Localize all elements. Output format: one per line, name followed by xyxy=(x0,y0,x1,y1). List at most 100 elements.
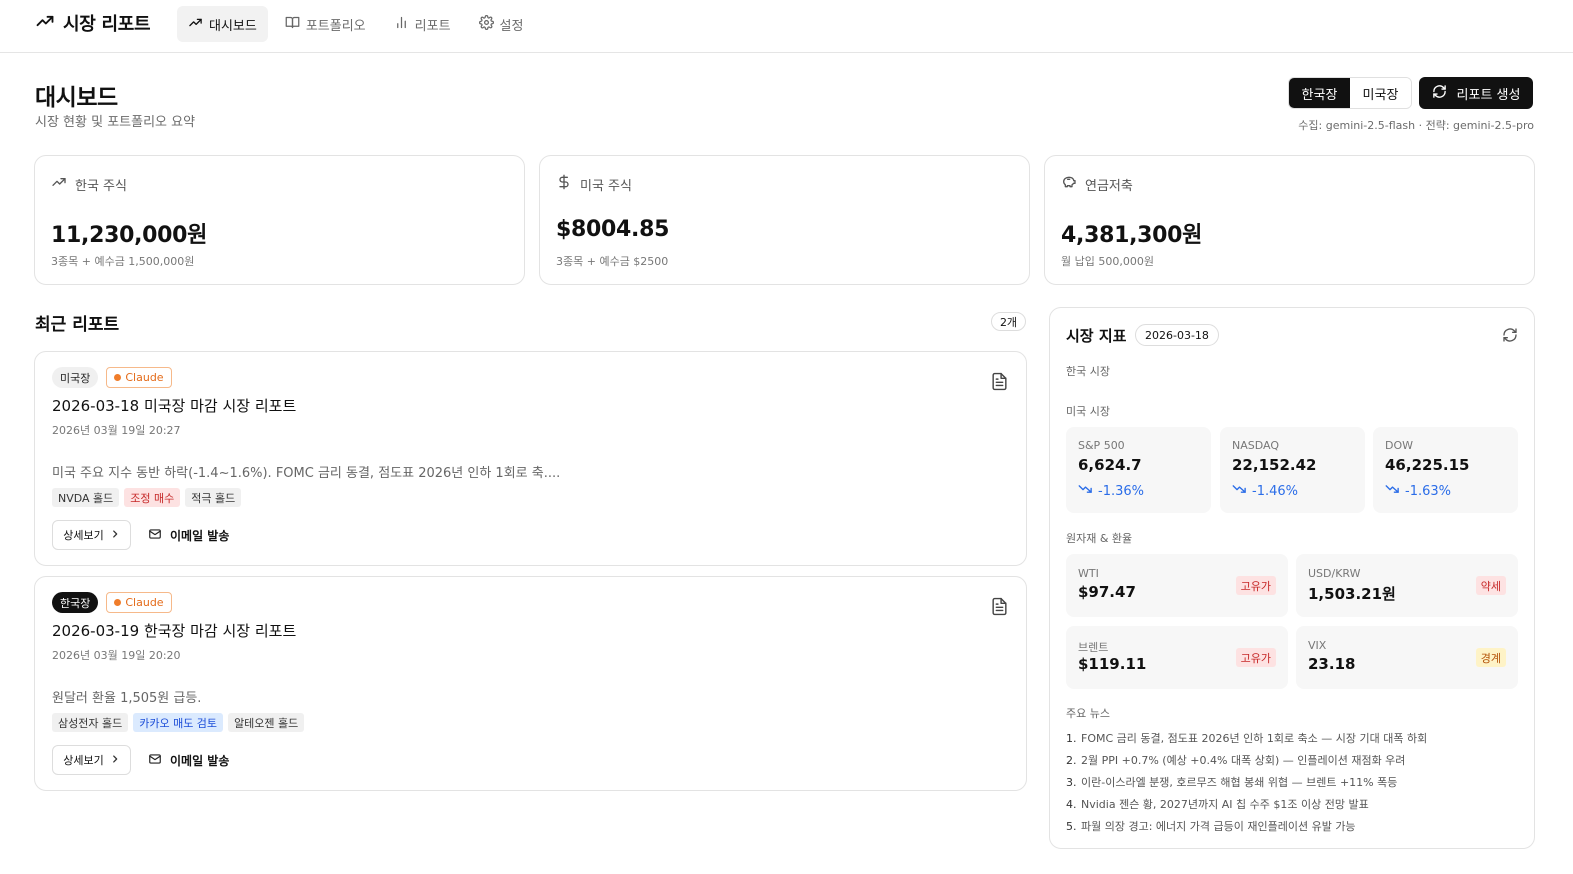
trend-up-icon xyxy=(35,11,55,35)
summary-value: $8004.85 xyxy=(556,217,670,242)
index-card-dow: DOW 46,225.15 -1.63% xyxy=(1373,427,1518,513)
report-tag: 적극 홀드 xyxy=(185,488,242,507)
status-badge: 경계 xyxy=(1475,648,1506,667)
status-dot xyxy=(114,374,122,381)
app-title: 시장 리포트 xyxy=(63,14,151,35)
market-indicators-panel: 시장 지표 2026-03-18 한국 시장 미국 시장 S&P 500 6,6… xyxy=(1049,307,1535,849)
gear-icon xyxy=(478,14,494,34)
send-email-button[interactable]: 이메일 발송 xyxy=(148,745,229,775)
summary-card-korea: 한국 주식 11,230,000원 3종목 + 예수금 1,500,000원 xyxy=(34,155,525,285)
report-title[interactable]: 2026-03-18 미국장 마감 시장 리포트 xyxy=(52,395,296,416)
trend-up-icon xyxy=(51,174,67,194)
summary-value: 11,230,000원 xyxy=(51,223,208,248)
email-label: 이메일 발송 xyxy=(170,753,230,768)
news-number: 3. xyxy=(1066,775,1077,789)
nav-settings[interactable]: 설정 xyxy=(468,6,535,42)
index-card-sp500: S&P 500 6,624.7 -1.36% xyxy=(1066,427,1211,513)
trend-down-icon xyxy=(1232,483,1247,499)
nav-dashboard[interactable]: 대시보드 xyxy=(177,6,268,42)
index-change: -1.36% xyxy=(1098,483,1144,499)
detail-button[interactable]: 상세보기 xyxy=(52,520,131,550)
nav-tabs: 대시보드 포트폴리오 리포트 설정 xyxy=(177,6,534,42)
commodity-card-vix: VIX 23.18 경계 xyxy=(1296,626,1518,689)
news-list: 1. FOMC 금리 동결, 점도표 2026년 인하 1회로 축소 — 시장 기… xyxy=(1066,727,1427,837)
model-label: Claude xyxy=(125,371,164,384)
market-panel-title: 시장 지표 xyxy=(1066,327,1127,345)
toggle-us[interactable]: 미국장 xyxy=(1350,78,1411,108)
news-number: 5. xyxy=(1066,819,1077,833)
nav-label: 포트폴리오 xyxy=(305,18,366,34)
index-name: S&P 500 xyxy=(1078,439,1125,452)
book-icon xyxy=(285,15,300,34)
news-text: 이란-이스라엘 분쟁, 호르무즈 해협 봉쇄 위협 — 브렌트 +11% 폭등 xyxy=(1081,776,1398,789)
summary-card-us: 미국 주식 $8004.85 3종목 + 예수금 $2500 xyxy=(539,155,1030,285)
index-change: -1.46% xyxy=(1252,483,1298,499)
index-change: -1.63% xyxy=(1405,483,1451,499)
news-item[interactable]: 2. 2월 PPI +0.7% (예상 +0.4% 대폭 상회) — 인플레이션 … xyxy=(1066,749,1427,771)
piggy-bank-icon xyxy=(1061,174,1077,194)
toggle-korea[interactable]: 한국장 xyxy=(1289,78,1350,108)
news-item[interactable]: 5. 파월 의장 경고: 에너지 가격 급등이 재인플레이션 유발 가능 xyxy=(1066,815,1427,837)
report-tag: NVDA 홀드 xyxy=(52,488,120,507)
news-item[interactable]: 4. Nvidia 젠슨 황, 2027년까지 AI 칩 수주 $1조 이상 전망… xyxy=(1066,793,1427,815)
news-number: 1. xyxy=(1066,731,1077,745)
report-date: 2026년 03월 19일 20:20 xyxy=(52,649,181,662)
send-email-button[interactable]: 이메일 발송 xyxy=(148,520,229,550)
summary-label: 한국 주식 xyxy=(75,178,127,194)
report-tag: 카카오 매도 검토 xyxy=(133,713,224,732)
summary-note: 월 납입 500,000원 xyxy=(1061,255,1154,268)
index-value: 22,152.42 xyxy=(1232,456,1317,474)
trend-down-icon xyxy=(1385,483,1400,499)
news-item[interactable]: 3. 이란-이스라엘 분쟁, 호르무즈 해협 봉쇄 위협 — 브렌트 +11% 폭… xyxy=(1066,771,1427,793)
nav-portfolio[interactable]: 포트폴리오 xyxy=(274,6,377,42)
market-badge: 한국장 xyxy=(52,592,99,613)
brand[interactable]: 시장 리포트 xyxy=(35,10,151,36)
commodity-name: WTI xyxy=(1078,567,1099,580)
model-label: Claude xyxy=(125,596,164,609)
summary-card-pension: 연금저축 4,381,300원 월 납입 500,000원 xyxy=(1044,155,1535,285)
index-value: 6,624.7 xyxy=(1078,456,1142,474)
status-badge: 고유가 xyxy=(1235,576,1276,595)
commodity-value: 1,503.21원 xyxy=(1308,585,1396,603)
market-badge: 미국장 xyxy=(52,367,99,388)
top-nav: 시장 리포트 대시보드 포트폴리오 리포트 설정 xyxy=(0,0,1573,53)
generate-report-button[interactable]: 리포트 생성 xyxy=(1419,77,1533,109)
report-tag: 삼성전자 홀드 xyxy=(52,713,129,732)
email-label: 이메일 발송 xyxy=(170,528,230,543)
index-card-nasdaq: NASDAQ 22,152.42 -1.46% xyxy=(1220,427,1365,513)
report-title[interactable]: 2026-03-19 한국장 마감 시장 리포트 xyxy=(52,620,296,641)
news-number: 2. xyxy=(1066,753,1077,767)
market-toggle: 한국장 미국장 xyxy=(1288,77,1412,109)
commodity-label: 원자재 & 환율 xyxy=(1066,532,1133,545)
chevron-right-icon xyxy=(110,754,120,767)
report-tag: 알테오젠 홀드 xyxy=(228,713,305,732)
news-text: 2월 PPI +0.7% (예상 +0.4% 대폭 상회) — 인플레이션 재점… xyxy=(1081,754,1406,767)
report-tag: 조정 매수 xyxy=(124,488,181,507)
report-card: 한국장 Claude 2026-03-19 한국장 마감 시장 리포트 2026… xyxy=(34,576,1027,791)
refresh-icon[interactable] xyxy=(1502,327,1518,343)
news-text: 파월 의장 경고: 에너지 가격 급등이 재인플레이션 유발 가능 xyxy=(1081,820,1356,833)
index-name: DOW xyxy=(1385,439,1414,452)
commodity-card-usdkrw: USD/KRW 1,503.21원 약세 xyxy=(1296,554,1518,617)
nav-reports[interactable]: 리포트 xyxy=(383,6,462,42)
trend-down-icon xyxy=(1078,483,1093,499)
recent-reports-title: 최근 리포트 xyxy=(35,315,120,335)
model-badge: Claude xyxy=(106,592,172,613)
mail-icon xyxy=(148,527,162,544)
commodity-card-wti: WTI $97.47 고유가 xyxy=(1066,554,1288,617)
document-icon[interactable] xyxy=(990,372,1009,391)
trend-up-icon xyxy=(188,15,203,34)
index-name: NASDAQ xyxy=(1232,439,1280,452)
commodity-value: 23.18 xyxy=(1308,655,1356,673)
detail-label: 상세보기 xyxy=(63,529,104,542)
news-item[interactable]: 1. FOMC 금리 동결, 점도표 2026년 인하 1회로 축소 — 시장 기… xyxy=(1066,727,1427,749)
dollar-icon xyxy=(556,174,572,194)
page-title: 대시보드 xyxy=(35,85,118,111)
document-icon[interactable] xyxy=(990,597,1009,616)
detail-button[interactable]: 상세보기 xyxy=(52,745,131,775)
generate-report-label: 리포트 생성 xyxy=(1456,87,1521,103)
refresh-icon xyxy=(1432,84,1447,103)
mail-icon xyxy=(148,752,162,769)
commodity-name: VIX xyxy=(1308,639,1327,652)
summary-note: 3종목 + 예수금 1,500,000원 xyxy=(51,255,195,268)
